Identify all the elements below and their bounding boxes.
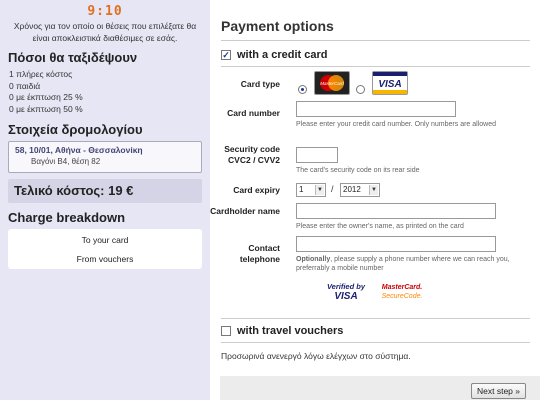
- svg-text:VISA: VISA: [378, 79, 401, 90]
- divider: [221, 66, 530, 67]
- card-number-hint: Please enter your credit card number. On…: [296, 121, 496, 128]
- mastercard-securecode-logo: MasterCard. SecureCode.: [378, 283, 426, 301]
- mastercard-logo[interactable]: MasterCard: [314, 71, 350, 95]
- passenger-line: 0 με έκπτωση 25 %: [9, 92, 83, 102]
- card-type-label: Card type: [240, 79, 280, 89]
- verified-by-visa-logo: Verified by VISA: [322, 282, 370, 302]
- securecode-line2: SecureCode.: [381, 293, 423, 300]
- cvc-input[interactable]: [296, 147, 338, 163]
- phone-hint: Optionally, please supply a phone number…: [296, 255, 520, 273]
- cardholder-label: Cardholder name: [210, 206, 280, 216]
- expiry-year-value: 2012: [343, 185, 361, 194]
- route-title: Στοιχεία δρομολογίου: [8, 122, 143, 137]
- mastercard-icon: MasterCard: [320, 75, 344, 91]
- expiry-label: Card expiry: [233, 185, 280, 195]
- reservation-timer: 9:10: [87, 4, 123, 19]
- visa-radio[interactable]: [356, 85, 365, 94]
- phone-label: Contact telephone: [239, 243, 280, 264]
- timer-note: Χρόνος για τον οποίο οι θέσεις που επιλέ…: [13, 21, 197, 43]
- expiry-separator: /: [331, 184, 334, 194]
- verified-line2: VISA: [334, 291, 358, 302]
- passenger-line: 1 πλήρες κόστος: [9, 69, 73, 79]
- visa-logo[interactable]: VISA: [372, 71, 408, 95]
- phone-input[interactable]: [296, 236, 496, 252]
- seat-line: Βαγόνι Β4, θέση 82: [31, 157, 101, 166]
- expiry-year-select[interactable]: 2012 ▼: [340, 183, 380, 197]
- charge-from-vouchers: From vouchers: [76, 254, 134, 264]
- charge-breakdown-box: To your card From vouchers: [8, 229, 202, 269]
- summary-sidebar: 9:10 Χρόνος για τον οποίο οι θέσεις που …: [0, 0, 210, 400]
- charge-title: Charge breakdown: [8, 210, 126, 225]
- passenger-line: 0 με έκπτωση 50 %: [9, 103, 83, 114]
- credit-card-option[interactable]: ✓ with a credit card: [221, 49, 327, 61]
- chevron-down-icon: ▼: [315, 185, 324, 195]
- securecode-line1: MasterCard.: [381, 284, 423, 291]
- passengers-title: Πόσοι θα ταξιδέψουν: [8, 50, 138, 65]
- passenger-list: 1 πλήρες κόστος 0 παιδιά 0 με έκπτωση 25…: [0, 65, 210, 115]
- total-cost: Τελικό κόστος: 19 €: [8, 179, 202, 203]
- credit-card-label: with a credit card: [237, 49, 328, 61]
- route-box: 58, 10/01, Αθήνα - Θεσσαλονίκη Βαγόνι Β4…: [8, 141, 202, 173]
- expiry-month-value: 1: [299, 185, 304, 194]
- credit-card-checkbox[interactable]: ✓: [221, 50, 231, 60]
- route-line: 58, 10/01, Αθήνα - Θεσσαλονίκη: [15, 145, 143, 155]
- divider: [221, 40, 530, 41]
- payment-title: Payment options: [221, 18, 334, 34]
- divider: [221, 318, 530, 319]
- vouchers-label: with travel vouchers: [237, 325, 344, 337]
- expiry-month-select[interactable]: 1 ▼: [296, 183, 326, 197]
- card-number-input[interactable]: [296, 101, 456, 117]
- svg-text:MasterCard: MasterCard: [320, 81, 344, 86]
- mastercard-radio[interactable]: [298, 85, 307, 94]
- cardholder-hint: Please enter the owner's name, as printe…: [296, 223, 464, 230]
- phone-hint-bold: Optionally: [296, 256, 331, 263]
- cardholder-input[interactable]: [296, 203, 496, 219]
- divider: [221, 342, 530, 343]
- visa-icon: VISA: [373, 72, 407, 94]
- vouchers-checkbox[interactable]: [221, 326, 231, 336]
- charge-to-card: To your card: [81, 235, 129, 245]
- passenger-line: 0 παιδιά: [9, 80, 41, 91]
- next-step-button[interactable]: Next step »: [471, 383, 526, 399]
- card-number-label: Card number: [227, 108, 280, 118]
- cvc-label: Security code CVC2 / CVV2: [224, 144, 280, 165]
- chevron-down-icon: ▼: [369, 185, 378, 195]
- vouchers-note: Προσωρινά ανενεργό λόγω ελέγχων στο σύστ…: [221, 351, 411, 361]
- cvc-hint: The card's security code on its rear sid…: [296, 167, 420, 174]
- payment-panel: Payment options ✓ with a credit card Car…: [210, 0, 540, 400]
- vouchers-option[interactable]: with travel vouchers: [221, 325, 343, 337]
